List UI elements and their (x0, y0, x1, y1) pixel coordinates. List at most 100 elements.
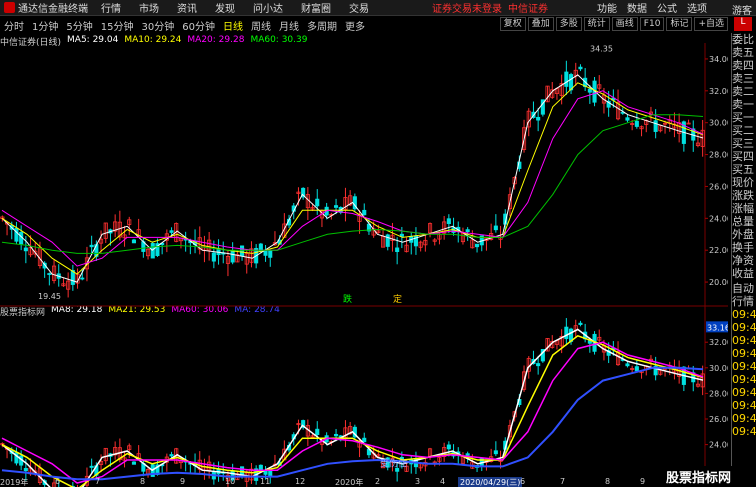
tool-button[interactable]: +自选 (694, 17, 728, 31)
tab-period[interactable]: 15分钟 (97, 18, 138, 33)
menu-item[interactable]: 资讯 (168, 0, 206, 15)
menu-item[interactable]: 问小达 (244, 0, 292, 15)
ma-line-ma20 (1, 90, 704, 267)
menu-item[interactable]: 公式 (652, 0, 682, 15)
candle-body (150, 243, 155, 259)
quote-row-label: 卖五 (732, 46, 754, 59)
tab-period[interactable]: 更多 (341, 18, 369, 33)
sub-candle-body (240, 466, 245, 476)
time-row: 自动 (732, 282, 754, 295)
logo-icon (4, 2, 15, 13)
candle-body (47, 273, 52, 275)
tab-period[interactable]: 月线 (275, 18, 303, 33)
candle-body (23, 247, 28, 252)
time-row: 09:47 (732, 412, 756, 425)
time-row: 09:47 (732, 360, 756, 373)
menu-item[interactable]: 选项 (682, 0, 712, 15)
time-row: 09:47 (732, 373, 756, 386)
sub-note: 受伤住 (380, 457, 407, 469)
date-tick: 4 (440, 477, 446, 486)
l-badge-icon[interactable]: L (734, 17, 752, 31)
sub-candle-body (131, 461, 136, 465)
date-tick: 2019年 (0, 478, 29, 487)
app-title: 通达信金融终端 (18, 4, 88, 15)
quote-row-label: 买四 (732, 150, 754, 163)
sub-candle-body (169, 454, 174, 457)
sub-candle-body (334, 433, 339, 437)
candle-body (564, 71, 569, 87)
date-tick: 2020年 (335, 478, 364, 487)
menu-item[interactable]: 功能 (592, 0, 622, 15)
tab-period-active[interactable]: 日线 (219, 18, 247, 33)
candle-body (80, 277, 85, 280)
tool-button[interactable]: 叠加 (527, 17, 554, 31)
sub-candle-body (23, 468, 28, 472)
date-tick: 3 (415, 477, 421, 486)
candle-body (446, 218, 451, 225)
sub-candle-body (634, 366, 639, 372)
tab-period[interactable]: 多周期 (303, 18, 341, 33)
quote-row-label: 涨跌 (732, 189, 754, 202)
tool-button[interactable]: 多股 (555, 17, 582, 31)
time-row: 09:47 (732, 308, 756, 321)
y-tick-label: 20.00 (709, 278, 728, 287)
chart-area[interactable]: 中信证券(日线) MA5: 29.04 MA10: 29.24 MA20: 29.2… (0, 33, 728, 487)
date-tick: 9 (180, 477, 186, 486)
tab-period[interactable]: 60分钟 (178, 18, 219, 33)
login-status[interactable]: 证券交易未登录 (432, 0, 502, 15)
signal-marker: 跌 (343, 294, 352, 305)
y-tick-label: 34.00 (709, 55, 728, 64)
candle-body (536, 116, 541, 121)
tool-button[interactable]: 统计 (583, 17, 610, 31)
ma-line-ma5 (1, 74, 704, 283)
sub-ma-line (1, 334, 704, 487)
y-tick-label: 26.00 (709, 415, 728, 424)
sub-candle-body (625, 363, 630, 367)
quote-panel: 委比 卖五 卖四 卖三 卖二 卖一 买一 买二 买三 买四 买五 现价 涨跌 涨幅 总量 外盘 换手 净资 收益 自动… (731, 33, 756, 487)
y-tick-label: 30.00 (709, 364, 728, 373)
tool-button[interactable]: 标记 (666, 17, 693, 31)
sub-candle-body (536, 363, 541, 367)
tool-button[interactable]: F10 (639, 17, 665, 31)
ma-line-ma10 (1, 82, 704, 275)
sub-ma-line (1, 328, 704, 487)
menu-item[interactable]: 数据 (622, 0, 652, 15)
time-row: 09:47 (732, 321, 756, 334)
time-row: 行情 (732, 295, 754, 308)
toolbar: 复权 叠加 多股 统计 画线 F10 标记 +自选 (498, 17, 728, 31)
menu-item[interactable]: 行情 (92, 0, 130, 15)
candle-body (653, 120, 658, 132)
main-menu: 行情 市场 资讯 发现 问小达 财富圈 交易 (92, 0, 378, 15)
menu-item[interactable]: 发现 (206, 0, 244, 15)
quote-row-label: 收益 (732, 267, 754, 280)
tab-period[interactable]: 30分钟 (137, 18, 178, 33)
tab-period[interactable]: 1分钟 (28, 18, 62, 33)
menu-item[interactable]: 市场 (130, 0, 168, 15)
time-row: 09:47 (732, 334, 756, 347)
sub-candle-body (268, 470, 273, 477)
sub-candle-body (465, 453, 470, 456)
broker-name[interactable]: 中信证券 (508, 0, 548, 15)
date-tick: 7 (95, 477, 101, 486)
date-tick: 9 (640, 477, 646, 486)
menu-item[interactable]: 交易 (340, 0, 378, 15)
quote-row-label: 买三 (732, 137, 754, 150)
user-label[interactable]: 游客 (732, 2, 752, 17)
y-tick-label: 24.00 (709, 214, 728, 223)
date-tick: 8 (140, 477, 146, 486)
watermark-line1: 股票指标网 (665, 471, 731, 486)
tool-button[interactable]: 画线 (611, 17, 638, 31)
y-tick-label: 28.00 (709, 151, 728, 160)
quote-row-label: 委比 (732, 33, 754, 46)
candle-body (625, 117, 630, 121)
quote-row-label: 换手 (732, 241, 754, 254)
candlestick-chart[interactable]: 34.00 32.00 30.00 28.00 26.00 24.00 22.00 20.00… (0, 43, 728, 487)
candle-body (475, 243, 480, 248)
tool-button[interactable]: 复权 (499, 17, 526, 31)
tab-period[interactable]: 分时 (0, 18, 28, 33)
tab-period[interactable]: 周线 (247, 18, 275, 33)
tab-period[interactable]: 5分钟 (62, 18, 96, 33)
menu-item[interactable]: 财富圈 (292, 0, 340, 15)
date-tick: 7 (560, 477, 566, 486)
y-tick-label: 32.00 (709, 338, 728, 347)
